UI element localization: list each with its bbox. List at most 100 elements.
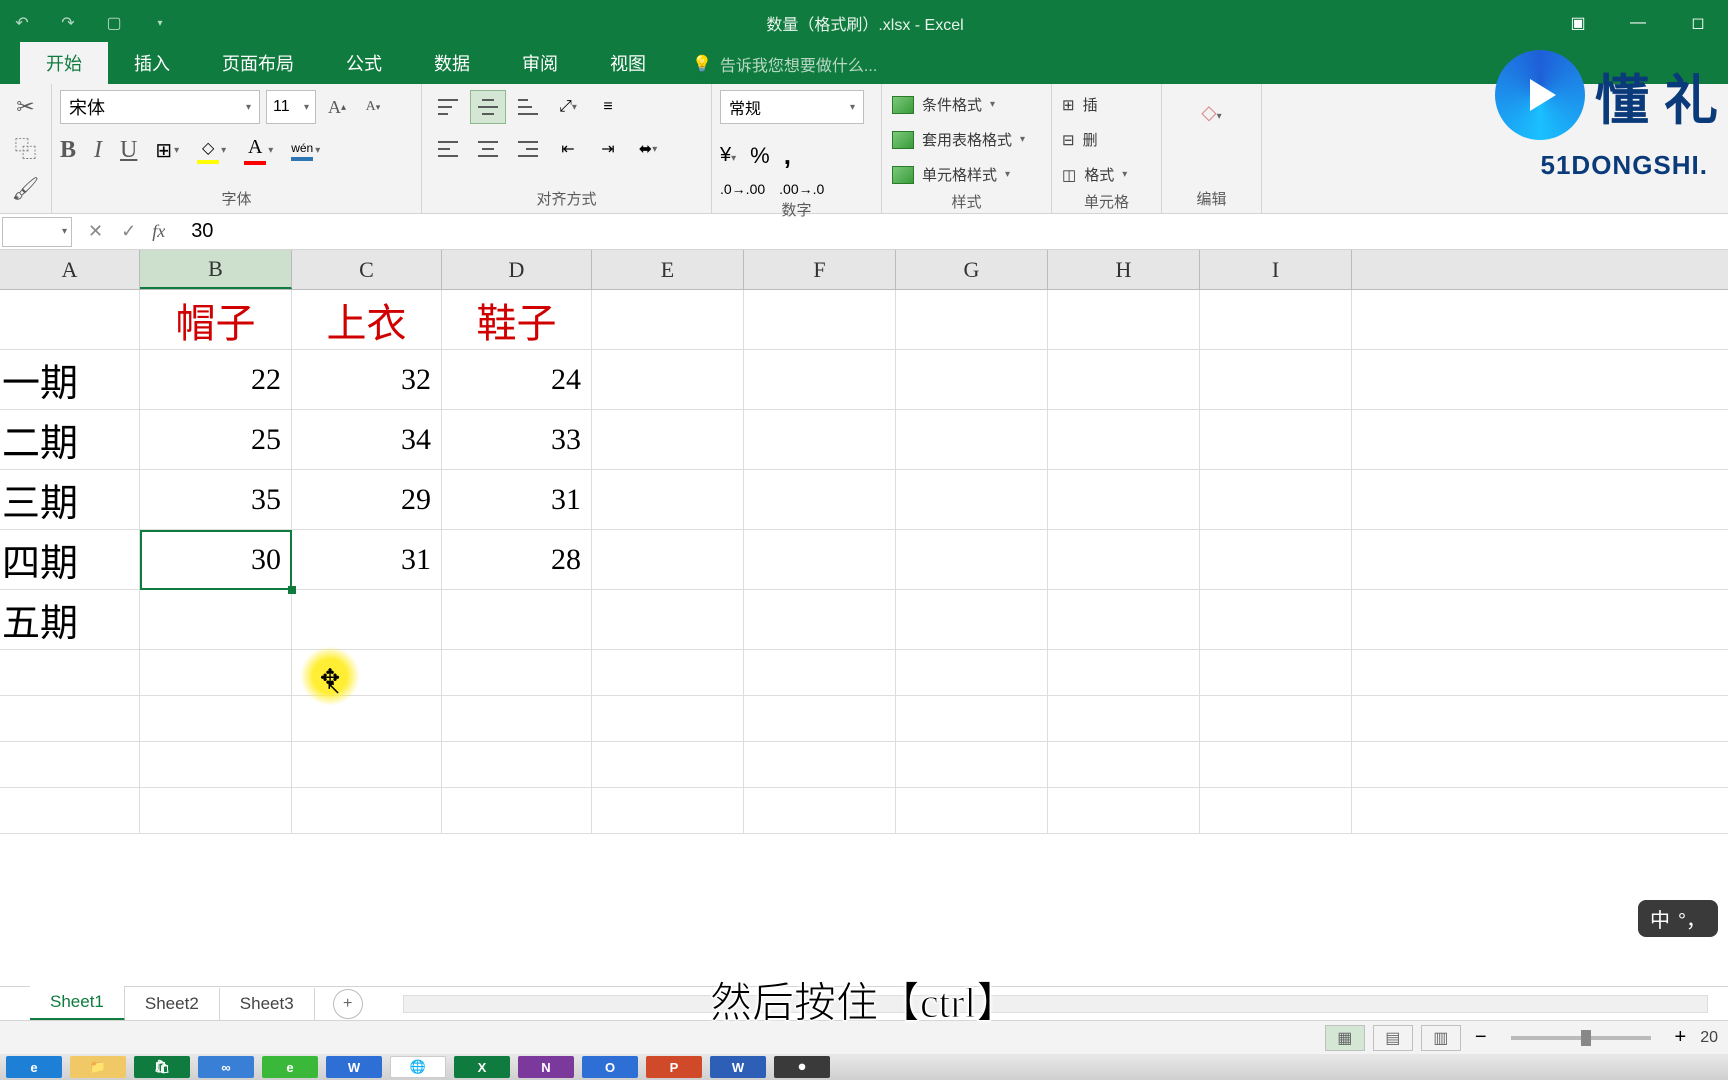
cell[interactable] (896, 470, 1048, 529)
cell[interactable]: 二期 (0, 410, 140, 469)
cell[interactable] (592, 410, 744, 469)
redo-icon[interactable]: ↷ (56, 11, 80, 35)
taskbar-360-icon[interactable]: e (262, 1056, 318, 1078)
cell[interactable] (592, 470, 744, 529)
taskbar-ie-icon[interactable]: e (6, 1056, 62, 1078)
cell[interactable] (292, 590, 442, 649)
align-right-button[interactable] (510, 132, 546, 166)
cell[interactable]: 28 (442, 530, 592, 589)
zoom-in-button[interactable]: + (1669, 1026, 1693, 1049)
cell[interactable] (744, 788, 896, 833)
cell[interactable] (0, 788, 140, 833)
cell[interactable] (896, 530, 1048, 589)
cell[interactable]: 29 (292, 470, 442, 529)
cell[interactable] (896, 742, 1048, 787)
name-box[interactable]: ▾ (2, 217, 72, 247)
format-cells-button[interactable]: ◫格式▾ (1060, 160, 1129, 189)
cell[interactable] (592, 590, 744, 649)
cell[interactable] (442, 696, 592, 741)
column-header-G[interactable]: G (896, 250, 1048, 289)
cell[interactable] (592, 788, 744, 833)
tab-insert[interactable]: 插入 (108, 42, 196, 84)
number-format-combo[interactable]: 常规 ▾ (720, 90, 864, 124)
formula-input[interactable]: 30 (183, 220, 1728, 243)
cell[interactable] (592, 742, 744, 787)
comma-button[interactable]: , (784, 140, 791, 171)
taskbar-word-icon[interactable]: W (710, 1056, 766, 1078)
cell[interactable]: 鞋子 (442, 290, 592, 349)
format-painter-icon[interactable]: 🖌 (12, 176, 40, 202)
cell[interactable] (1048, 742, 1200, 787)
font-size-combo[interactable]: 11 ▾ (266, 90, 316, 124)
cell[interactable] (896, 290, 1048, 349)
decrease-indent-button[interactable]: ⇤ (550, 132, 586, 166)
cell[interactable] (140, 650, 292, 695)
cell[interactable]: 31 (442, 470, 592, 529)
cell[interactable]: 四期 (0, 530, 140, 589)
taskbar-wps-icon[interactable]: W (326, 1056, 382, 1078)
enter-formula-icon[interactable]: ✓ (121, 221, 136, 242)
column-header-F[interactable]: F (744, 250, 896, 289)
cell[interactable] (442, 650, 592, 695)
align-center-button[interactable] (470, 132, 506, 166)
cell[interactable] (744, 742, 896, 787)
accounting-button[interactable]: ¥▾ (720, 144, 736, 167)
format-as-table-button[interactable]: 套用表格格式▾ (890, 125, 1027, 154)
decrease-font-icon[interactable]: A▾ (358, 92, 388, 122)
zoom-out-button[interactable]: − (1469, 1026, 1493, 1049)
cell[interactable]: 34 (292, 410, 442, 469)
cell[interactable]: 24 (442, 350, 592, 409)
minimize-button[interactable]: — (1618, 8, 1658, 38)
sheet-tab-1[interactable]: Sheet1 (30, 986, 125, 1021)
cell[interactable] (140, 590, 292, 649)
cell[interactable] (592, 696, 744, 741)
maximize-button[interactable]: ◻ (1678, 8, 1718, 38)
borders-button[interactable]: ⊞▾ (155, 138, 179, 163)
sheet-tab-2[interactable]: Sheet2 (125, 988, 220, 1020)
cell[interactable]: 上衣 (292, 290, 442, 349)
percent-button[interactable]: % (750, 143, 770, 169)
cell[interactable] (592, 350, 744, 409)
cell[interactable] (292, 650, 442, 695)
cell[interactable] (896, 410, 1048, 469)
cell[interactable] (744, 410, 896, 469)
cell[interactable]: 31 (292, 530, 442, 589)
cell[interactable] (1200, 470, 1352, 529)
cell[interactable] (744, 590, 896, 649)
align-middle-button[interactable] (470, 90, 506, 124)
taskbar-explorer-icon[interactable]: 📁 (70, 1056, 126, 1078)
cell[interactable]: 32 (292, 350, 442, 409)
cell[interactable] (1048, 350, 1200, 409)
cell[interactable] (744, 696, 896, 741)
taskbar-onenote-icon[interactable]: N (518, 1056, 574, 1078)
taskbar-store-icon[interactable]: 🛍 (134, 1056, 190, 1078)
cell[interactable] (896, 590, 1048, 649)
cell[interactable]: 33 (442, 410, 592, 469)
cell[interactable] (1048, 410, 1200, 469)
fill-color-button[interactable]: ◇▾ (197, 138, 226, 164)
cell-styles-button[interactable]: 单元格样式▾ (890, 160, 1012, 189)
cell[interactable] (1048, 470, 1200, 529)
cell[interactable] (0, 742, 140, 787)
font-name-combo[interactable]: 宋体 ▾ (60, 90, 260, 124)
cell[interactable]: 帽子 (140, 290, 292, 349)
cell[interactable] (140, 696, 292, 741)
increase-font-icon[interactable]: A▴ (322, 92, 352, 122)
orientation-button[interactable]: ⤢▾ (550, 90, 586, 124)
cell[interactable]: 35 (140, 470, 292, 529)
cell[interactable] (744, 530, 896, 589)
column-header-A[interactable]: A (0, 250, 140, 289)
insert-cells-button[interactable]: ⊞插 (1060, 90, 1100, 119)
undo-icon[interactable]: ↶ (10, 11, 34, 35)
column-header-B[interactable]: B (140, 250, 292, 289)
tell-me[interactable]: 💡 告诉我您想要做什么... (692, 52, 877, 84)
cell[interactable] (442, 590, 592, 649)
cell[interactable] (1048, 788, 1200, 833)
decrease-decimal-button[interactable]: .00→.0 (779, 181, 824, 197)
column-header-I[interactable]: I (1200, 250, 1352, 289)
tab-formulas[interactable]: 公式 (320, 42, 408, 84)
align-left-button[interactable] (430, 132, 466, 166)
cell[interactable] (896, 696, 1048, 741)
cell[interactable] (140, 742, 292, 787)
cell[interactable] (292, 742, 442, 787)
